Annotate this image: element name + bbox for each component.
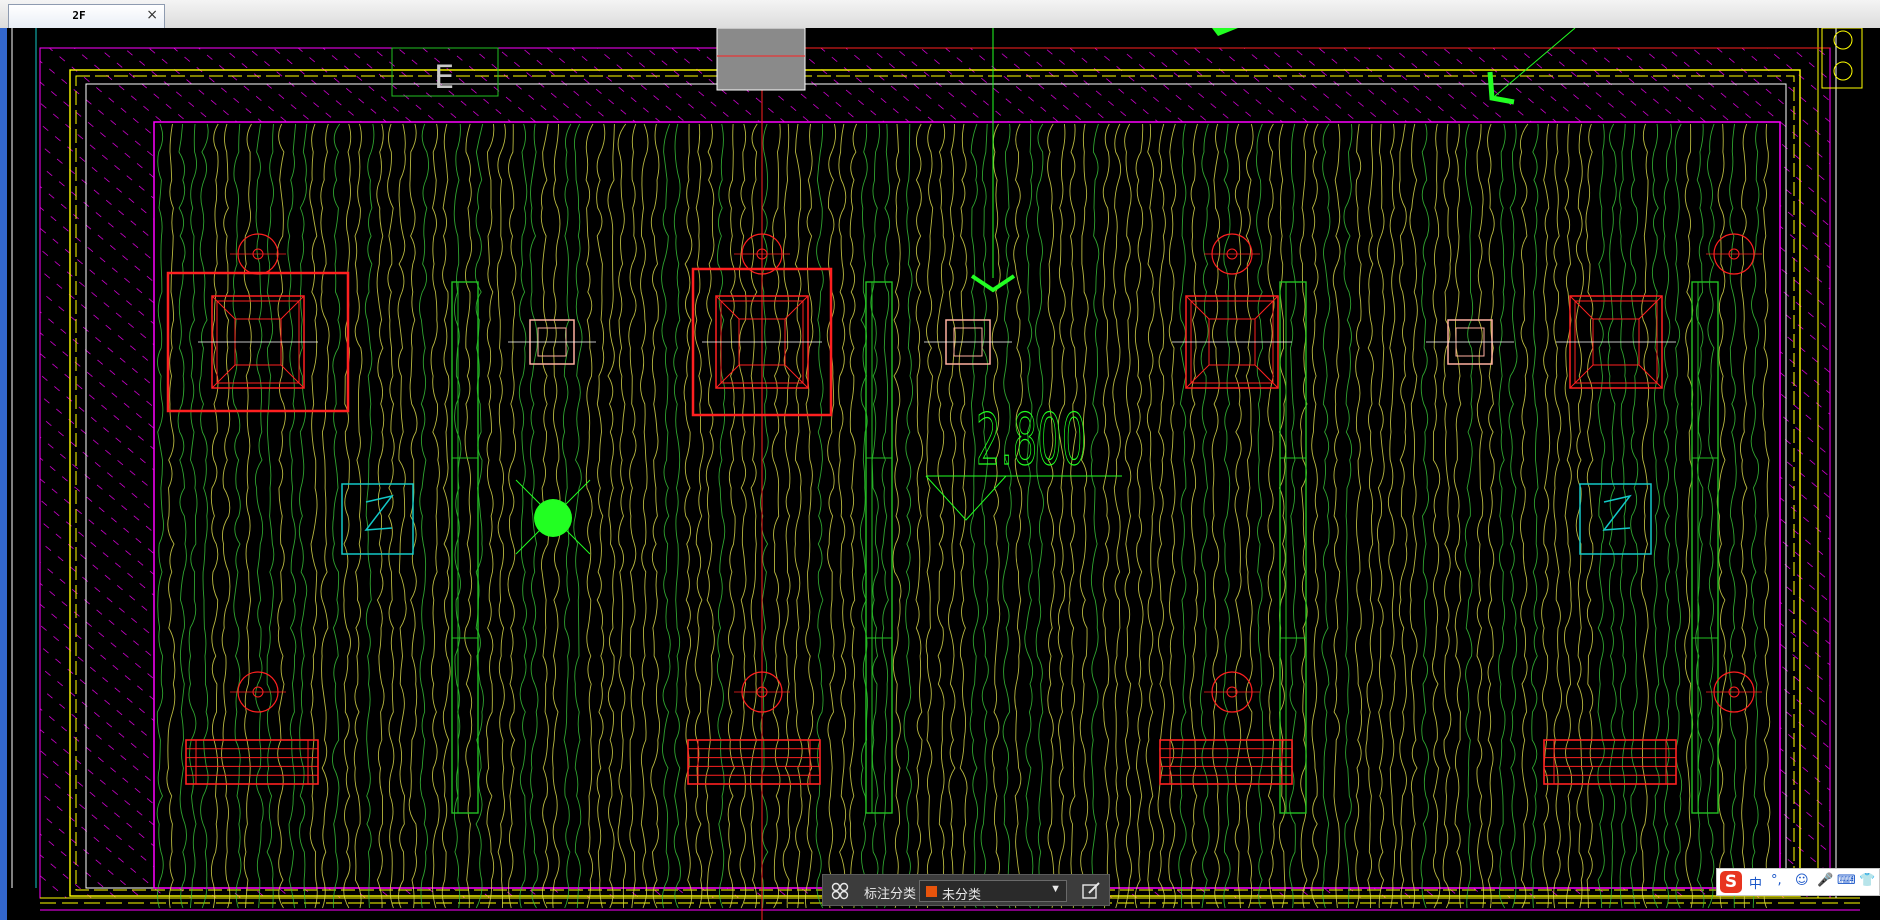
ime-voice-icon[interactable]: 🎤 bbox=[1817, 873, 1833, 888]
selected-category: 未分类 bbox=[942, 887, 982, 902]
left-edge-strip bbox=[0, 28, 7, 920]
tab-close-icon[interactable]: × bbox=[146, 7, 158, 23]
annotation-category-label: 标注分类 bbox=[864, 886, 917, 901]
ime-status-bar: S 中 °, ☺ 🎤 ⌨ 👕 bbox=[1716, 868, 1880, 896]
cad-drawing-canvas[interactable]: E 2.800 bbox=[0, 28, 1880, 920]
elevation-label: 2.800 bbox=[976, 401, 1086, 482]
tab-label: 2F bbox=[72, 9, 86, 22]
annotation-category-toolbar: 标注分类 未分类 ▼ bbox=[822, 874, 1110, 906]
category-color-swatch bbox=[926, 886, 937, 897]
document-tab-bar: 2F × bbox=[0, 0, 1880, 29]
annotation-category-select[interactable]: 未分类 ▼ bbox=[919, 880, 1067, 902]
ime-skin-icon[interactable]: 👕 bbox=[1859, 873, 1875, 888]
ime-punctuation[interactable]: °, bbox=[1771, 873, 1782, 888]
ime-mode-chinese[interactable]: 中 bbox=[1749, 873, 1762, 892]
dropdown-arrow-icon[interactable]: ▼ bbox=[1050, 883, 1061, 895]
sogou-logo-icon[interactable]: S bbox=[1720, 871, 1742, 893]
ime-emoji-icon[interactable]: ☺ bbox=[1795, 873, 1809, 888]
column-stub bbox=[716, 28, 806, 91]
tab-2f[interactable]: 2F × bbox=[8, 4, 165, 28]
ime-keyboard-icon[interactable]: ⌨ bbox=[1837, 873, 1856, 888]
edit-icon[interactable] bbox=[1081, 881, 1101, 901]
room-letter: E bbox=[434, 58, 454, 96]
grid-icon[interactable] bbox=[831, 882, 849, 900]
